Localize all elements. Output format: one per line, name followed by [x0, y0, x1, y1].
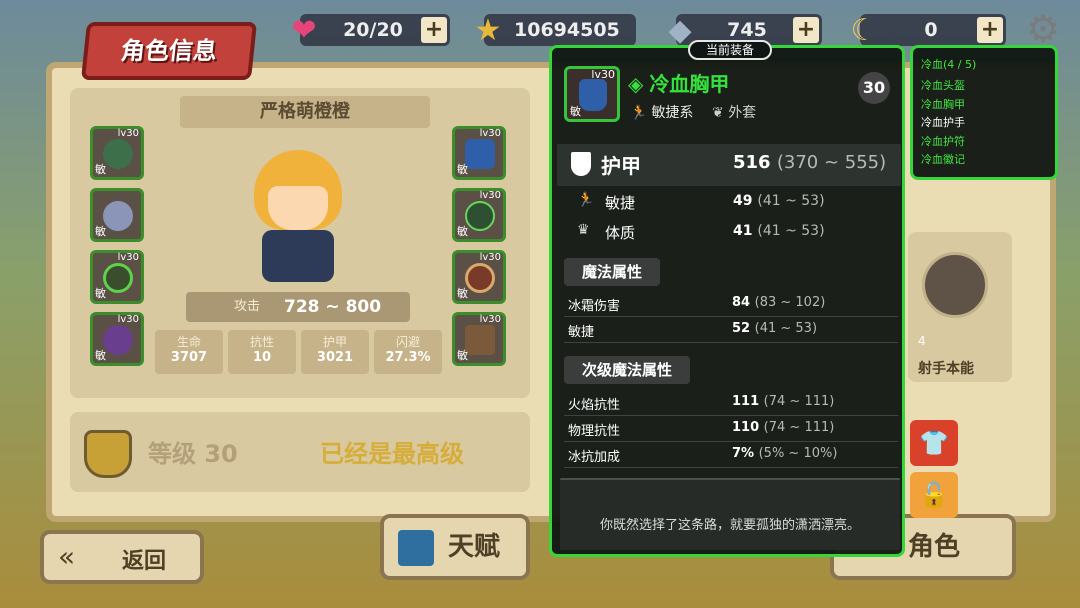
stat-resistance: 抗性 10 — [228, 330, 296, 374]
back-arrow-icon: « — [58, 540, 76, 573]
bracelet-icon — [465, 263, 495, 293]
item-tooltip: 当前装备 lv30 敏 ◈ 冷血胸甲 🏃 敏捷系 ❦ 外套 30 护甲 516 (3… — [549, 40, 905, 557]
set-title: 冷血(4 / 5) — [921, 58, 977, 71]
helmet-icon — [84, 430, 132, 478]
equip-slot-weapon[interactable]: lv30 敏 — [452, 312, 506, 366]
attack-bar: 攻击 728 ~ 800 — [186, 292, 410, 322]
attack-label: 攻击 — [234, 299, 261, 314]
set-item: 冷血徽记 — [921, 153, 965, 166]
constitution-icon: ♛ — [577, 222, 590, 238]
item-class: 🏃 敏捷系 — [630, 105, 694, 121]
gauntlet-icon — [103, 201, 133, 231]
set-item: 冷血护符 — [921, 134, 965, 148]
item-level-badge: 30 — [858, 72, 890, 104]
archer-skill-icon — [922, 252, 988, 318]
equip-slot-bracelet[interactable]: lv30 敏 — [452, 250, 506, 304]
shirt-icon: 👕 — [919, 429, 949, 457]
item-name: ◈ 冷血胸甲 — [628, 72, 730, 96]
chest-armor-icon — [465, 139, 495, 169]
magic-section-title: 魔法属性 — [564, 258, 661, 286]
settings-gear-icon[interactable]: ⚙ — [1022, 8, 1064, 50]
unlock-icon: 🔓 — [919, 481, 949, 509]
tab-talent[interactable]: 天赋 — [380, 514, 530, 580]
headband-icon — [103, 139, 133, 169]
attack-value: 728 ~ 800 — [284, 297, 382, 317]
tooltip-header: 当前装备 — [688, 40, 772, 60]
level-bar: 等级 30 已经是最高级 — [70, 412, 530, 492]
armor-row: 护甲 516 (370 ~ 555) — [557, 144, 901, 186]
magic-stat-row: 冰霜伤害 84 (83 ~ 102) — [564, 291, 898, 317]
set-item: 冷血胸甲 — [921, 97, 965, 111]
heart-icon: ❤ — [291, 12, 317, 48]
agility-icon: 🏃 — [577, 192, 595, 208]
chest-armor-icon — [579, 79, 607, 111]
set-item: 冷血护手 — [921, 116, 965, 129]
equip-slot-boots[interactable]: lv30 敏 — [90, 312, 144, 366]
skill-card[interactable]: 4 射手本能 — [908, 232, 1012, 382]
stat-dodge: 闪避 27.3% — [374, 330, 442, 374]
base-stat-row: ♛ 体质 41 (41 ~ 53) — [577, 222, 825, 242]
crossbow-icon — [465, 325, 495, 355]
runner-icon: 🏃 — [630, 105, 648, 121]
moon-value: 0 — [924, 19, 938, 41]
stat-hp: 生命 3707 — [155, 330, 223, 374]
secondary-stat-row: 火焰抗性 111 (74 ~ 111) — [564, 390, 898, 416]
add-moon-button[interactable]: + — [977, 17, 1003, 43]
item-description: 你既然选择了这条路，就要孤独的潇洒漂亮。 — [560, 478, 900, 550]
add-gems-button[interactable]: + — [793, 17, 819, 43]
gold-value: 10694505 — [514, 19, 620, 41]
set-bonus-panel: 冷血(4 / 5) 冷血头盔 冷血胸甲 冷血护手 冷血护符 冷血徽记 — [910, 45, 1058, 180]
secondary-stat-row: 物理抗性 110 (74 ~ 111) — [564, 416, 898, 442]
star-icon: ★ — [474, 12, 502, 48]
stat-armor: 护甲 3021 — [301, 330, 369, 374]
level-label: 等级 30 — [148, 440, 238, 468]
magic-stat-row: 敏捷 52 (41 ~ 53) — [564, 317, 898, 343]
equip-slot-gauntlet[interactable]: 敏 — [90, 188, 144, 242]
add-hearts-button[interactable]: + — [421, 17, 447, 43]
set-item: 冷血头盔 — [921, 79, 965, 92]
hero-portrait — [238, 150, 358, 290]
max-level-label: 已经是最高级 — [320, 440, 464, 468]
equip-slot-chest[interactable]: lv30 敏 — [452, 126, 506, 180]
secondary-stat-row: 冰抗加成 7% (5% ~ 10%) — [564, 442, 898, 468]
book-icon — [398, 530, 434, 566]
unequip-shirt-button[interactable]: 👕 — [910, 420, 958, 466]
back-button[interactable]: « 返回 — [40, 530, 204, 584]
unlock-button[interactable]: 🔓 — [910, 472, 958, 518]
equip-slot-ring[interactable]: lv30 敏 — [90, 250, 144, 304]
gold-counter: ★ 10694505 — [475, 13, 636, 48]
hearts-value: 20/20 — [343, 19, 403, 41]
coat-icon: ❦ — [712, 105, 724, 121]
moon-counter: ☾ 0 + — [851, 13, 1006, 48]
secondary-section-title: 次级魔法属性 — [564, 356, 691, 384]
base-stat-row: 🏃 敏捷 49 (41 ~ 53) — [577, 192, 825, 212]
amulet-icon — [465, 201, 495, 231]
panel-title: 角色信息 — [80, 22, 258, 80]
boots-icon — [103, 325, 133, 355]
item-slot: ❦ 外套 — [712, 105, 757, 121]
equip-slot-headband[interactable]: lv30 敏 — [90, 126, 144, 180]
character-name: 严格萌橙橙 — [180, 96, 430, 128]
item-icon: lv30 敏 — [564, 66, 620, 122]
rarity-diamond-icon: ◈ — [628, 72, 644, 96]
ring-icon — [103, 263, 133, 293]
shield-icon — [571, 152, 591, 176]
hearts-counter: ❤ 20/20 + — [291, 13, 450, 48]
equip-slot-amulet[interactable]: lv30 敏 — [452, 188, 506, 242]
